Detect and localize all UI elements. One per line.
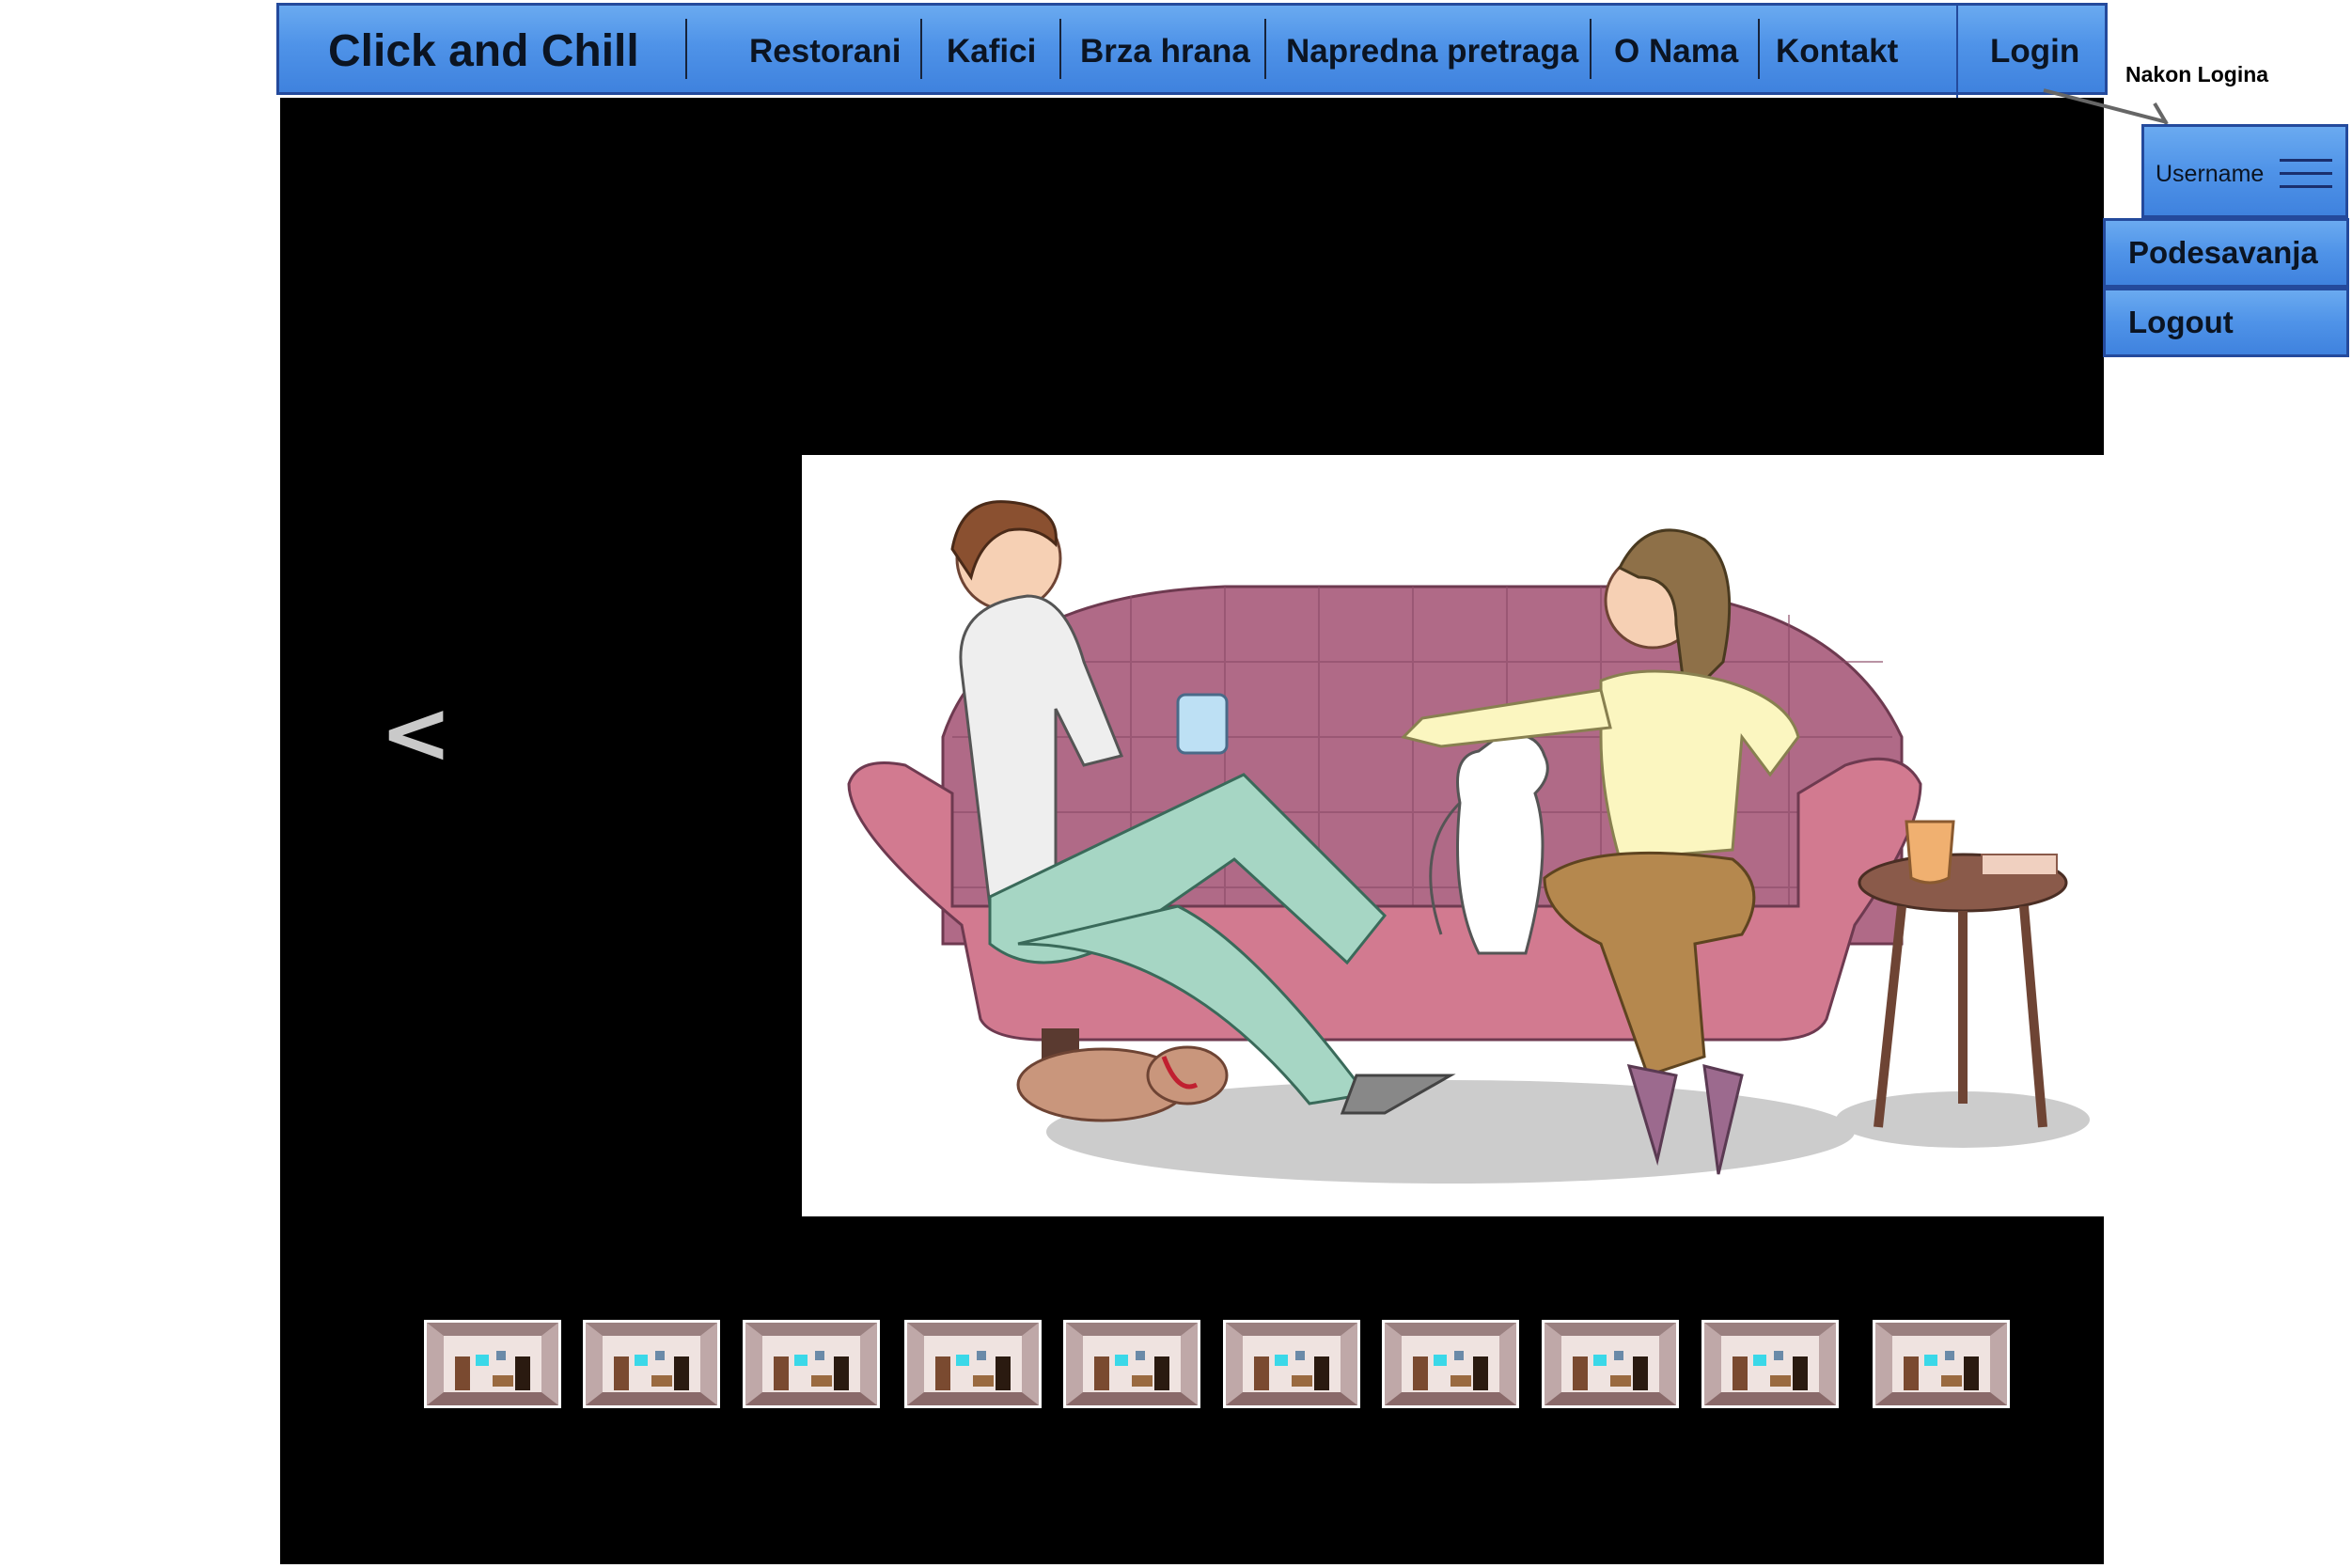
room-thumbnail-icon <box>1544 1323 1676 1405</box>
nav-divider <box>685 19 687 79</box>
nav-divider <box>920 19 922 79</box>
gallery-thumbnail[interactable] <box>1382 1320 1519 1408</box>
gallery-thumbnail[interactable] <box>1542 1320 1679 1408</box>
main-gallery-image <box>802 455 2127 1216</box>
nav-link-napredna-pretraga[interactable]: Napredna pretraga <box>1286 6 1578 98</box>
gallery-thumbnail[interactable] <box>424 1320 561 1408</box>
nav-divider <box>1059 19 1061 79</box>
top-navbar: Click and Chill Restorani Kafici Brza hr… <box>276 3 2108 98</box>
menu-item-logout[interactable]: Logout <box>2103 288 2349 357</box>
after-login-note: Nakon Logina <box>2125 62 2269 86</box>
room-thumbnail-icon <box>1385 1323 1516 1405</box>
hamburger-menu-icon[interactable] <box>2280 159 2332 189</box>
gallery-thumbnail[interactable] <box>1873 1320 2010 1408</box>
gallery-thumbnail[interactable] <box>583 1320 720 1408</box>
gallery-thumbnail[interactable] <box>904 1320 1042 1408</box>
room-thumbnail-icon <box>1226 1323 1357 1405</box>
room-thumbnail-icon <box>427 1323 558 1405</box>
menu-item-podesavanja[interactable]: Podesavanja <box>2103 218 2349 288</box>
nav-link-kafici[interactable]: Kafici <box>947 6 1036 98</box>
login-divider <box>1956 6 1958 98</box>
couple-on-sofa-illustration <box>847 500 2090 1184</box>
room-thumbnail-icon <box>1066 1323 1198 1405</box>
site-brand[interactable]: Click and Chill <box>328 6 639 98</box>
room-thumbnail-icon <box>1704 1323 1836 1405</box>
nav-divider <box>1590 19 1592 79</box>
room-thumbnail-icon <box>745 1323 877 1405</box>
gallery-thumbnail[interactable] <box>1063 1320 1200 1408</box>
nav-link-kontakt[interactable]: Kontakt <box>1776 6 1898 98</box>
nav-link-restorani[interactable]: Restorani <box>749 6 901 98</box>
gallery-thumbnail[interactable] <box>1223 1320 1360 1408</box>
gallery-prev-arrow[interactable]: < <box>380 690 452 776</box>
room-thumbnail-icon <box>586 1323 717 1405</box>
nav-divider <box>1264 19 1266 79</box>
room-thumbnail-icon <box>907 1323 1039 1405</box>
user-menu-toggle[interactable]: Username <box>2141 124 2348 218</box>
room-thumbnail-icon <box>1875 1323 2007 1405</box>
gallery-thumbnail[interactable] <box>1701 1320 1839 1408</box>
nav-divider <box>1758 19 1760 79</box>
nav-link-o-nama[interactable]: O Nama <box>1614 6 1738 98</box>
gallery-thumbnail[interactable] <box>743 1320 880 1408</box>
gallery-stage: < > <box>280 98 2127 1564</box>
nav-link-brza-hrana[interactable]: Brza hrana <box>1080 6 1250 98</box>
username-label: Username <box>2156 161 2265 187</box>
